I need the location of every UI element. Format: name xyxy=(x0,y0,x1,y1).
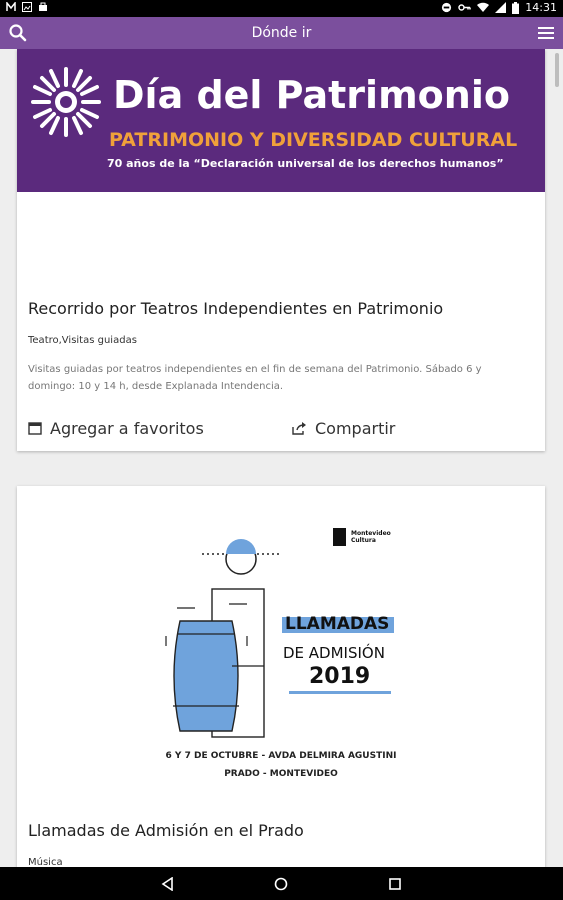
poster-year: 2019 xyxy=(309,664,371,689)
banner-subtitle: PATRIMONIO Y DIVERSIDAD CULTURAL xyxy=(109,129,518,151)
banner-caption: 70 años de la “Declaración universal de … xyxy=(107,157,504,170)
event-description: Visitas guiadas por teatros independient… xyxy=(28,364,482,392)
recent-apps-icon[interactable] xyxy=(388,877,402,891)
poster-subheading: DE ADMISIÓN xyxy=(283,644,385,662)
share-icon xyxy=(292,422,306,435)
event-banner: Día del Patrimonio PATRIMONIO Y DIVERSID… xyxy=(17,49,545,192)
m-notification-icon xyxy=(6,0,16,12)
navigation-bar xyxy=(0,867,563,900)
add-favorite-label: Agregar a favoritos xyxy=(50,419,204,438)
add-favorite-button[interactable]: Agregar a favoritos xyxy=(28,419,204,438)
back-icon[interactable] xyxy=(161,877,175,891)
event-card[interactable]: Montevideo Cultura LLAMADAS DE ADMISIÓN … xyxy=(17,486,545,867)
home-icon[interactable] xyxy=(274,877,288,891)
event-title[interactable]: Llamadas de Admisión en el Prado xyxy=(28,821,304,840)
event-category: Teatro,Visitas guiadas xyxy=(28,335,137,346)
calendar-icon xyxy=(28,422,42,435)
event-poster: Montevideo Cultura LLAMADAS DE ADMISIÓN … xyxy=(17,486,545,804)
event-card[interactable]: Día del Patrimonio PATRIMONIO Y DIVERSID… xyxy=(17,49,545,451)
bag-notification-icon xyxy=(38,2,48,12)
poster-logo-line2: Cultura xyxy=(351,537,376,544)
poster-heading: LLAMADAS xyxy=(285,614,390,634)
image-notification-icon xyxy=(22,2,32,12)
event-category: Música xyxy=(28,857,63,867)
banner-title: Día del Patrimonio xyxy=(113,73,510,117)
status-time: 14:31 xyxy=(525,1,557,14)
share-button[interactable]: Compartir xyxy=(292,419,395,438)
poster-place-line: PRADO - MONTEVIDEO xyxy=(224,769,338,779)
signal-icon xyxy=(495,2,507,13)
event-list[interactable]: Día del Patrimonio PATRIMONIO Y DIVERSID… xyxy=(0,49,563,867)
do-not-disturb-icon xyxy=(442,2,452,13)
share-label: Compartir xyxy=(315,419,396,438)
event-title[interactable]: Recorrido por Teatros Independientes en … xyxy=(28,299,443,318)
key-icon xyxy=(458,4,472,11)
wifi-icon xyxy=(477,2,490,12)
status-bar: 14:31 xyxy=(0,0,563,17)
sun-logo-icon xyxy=(31,67,101,137)
battery-icon xyxy=(512,1,520,14)
poster-logo-line1: Montevideo xyxy=(351,530,391,537)
menu-icon[interactable] xyxy=(537,25,555,41)
page-title: Dónde ir xyxy=(251,25,312,41)
poster-date-line: 6 Y 7 DE OCTUBRE - AVDA DELMIRA AGUSTINI xyxy=(165,751,397,761)
app-bar: Dónde ir xyxy=(0,17,563,49)
